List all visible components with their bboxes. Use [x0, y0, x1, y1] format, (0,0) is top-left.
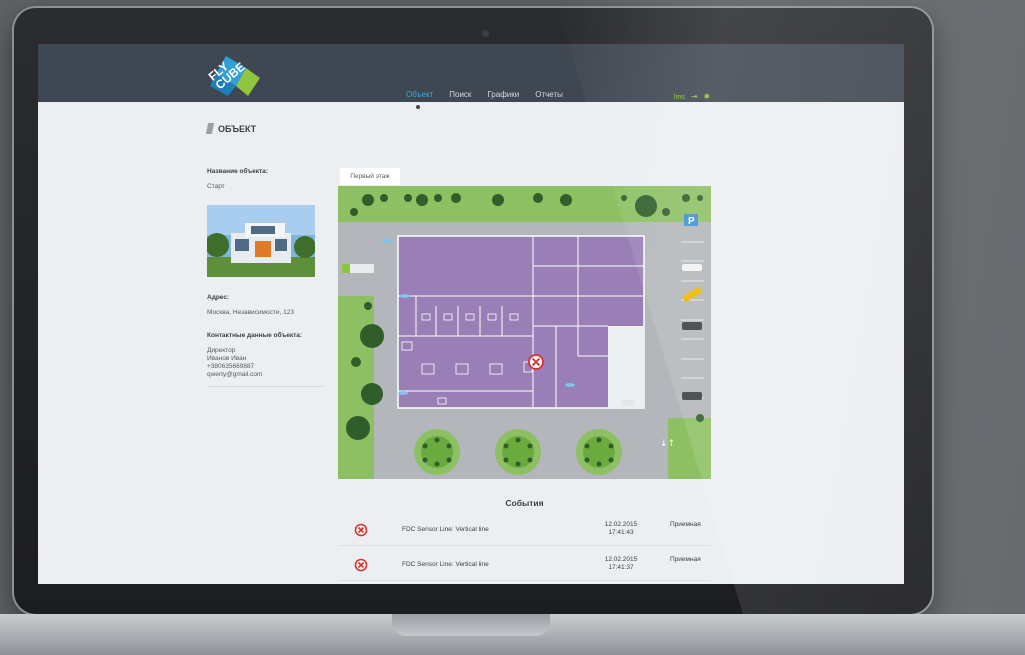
nav-object[interactable]: Объект [406, 90, 433, 99]
settings-gear-icon[interactable]: ✹ [704, 92, 711, 101]
event-location: Приемная [670, 556, 701, 563]
nav-search[interactable]: Поиск [449, 90, 471, 99]
event-date: 12.02.2015 [604, 521, 638, 528]
object-icon [205, 123, 215, 134]
event-name: FDC Sensor Line: Vertical line [402, 561, 489, 568]
logout-icon[interactable]: ⇥ [691, 92, 698, 101]
alarm-event-icon [354, 558, 368, 572]
object-name-label: Название объекта: [207, 168, 268, 175]
car-dark-icon [682, 322, 702, 330]
event-time: 17:41:43 [608, 529, 634, 536]
address: Москва, Независимости, 123 [207, 309, 294, 316]
user-name: lms [674, 94, 685, 101]
contacts-label: Контактные данные объекта: [207, 332, 303, 339]
event-date: 12.02.2015 [604, 556, 638, 563]
contact-name: Иванов Иван [207, 355, 247, 362]
car-dark-icon-2 [682, 392, 702, 400]
event-row[interactable]: FDC Sensor Line: Vertical line 12.02.201… [338, 515, 711, 546]
direction-arrows-icon: ↓↑ [660, 439, 675, 449]
page-title-text: ОБЪЕКТ [218, 124, 257, 134]
divider [207, 386, 325, 387]
event-datetime: 12.02.2015 17:41:43 [596, 521, 646, 537]
contact-email[interactable]: qwerty@gmail.com [207, 371, 262, 379]
page-title: ОБЪЕКТ [205, 123, 257, 134]
event-name: FDC Sensor Line: Vertical line [402, 526, 489, 533]
svg-text:P: P [688, 216, 695, 227]
car-white-icon [682, 264, 702, 271]
event-row[interactable]: FDC Sensor Line: Vertical line 12.02.201… [338, 550, 711, 581]
contact-role: Директор [207, 347, 236, 354]
contact-phone: +380635669887 [207, 363, 255, 370]
camera-icon-3 [398, 391, 408, 395]
object-name: Старт [207, 183, 225, 190]
main-nav: Объект Поиск Графики Отчеты [406, 90, 563, 99]
floor-plan[interactable]: P ↓↑ [338, 186, 711, 479]
address-label: Адрес: [207, 294, 230, 301]
app-header: FLY CUBE Объект Поиск Графики Отчеты lms… [38, 44, 904, 102]
camera-icon-4 [565, 383, 575, 387]
nav-charts[interactable]: Графики [487, 90, 519, 99]
planters [414, 429, 622, 475]
building [397, 235, 645, 409]
camera-icon-2 [400, 294, 410, 298]
camera-icon-1 [382, 239, 392, 243]
event-location: Приемная [670, 521, 701, 528]
nav-reports[interactable]: Отчеты [535, 90, 563, 99]
camera-icon [482, 30, 489, 37]
alarm-event-icon [354, 523, 368, 537]
active-nav-indicator [416, 105, 420, 109]
tab-first-floor[interactable]: Первый этаж [340, 168, 400, 185]
event-time: 17:41:37 [608, 564, 634, 571]
events-title: События [505, 498, 544, 508]
user-menu[interactable]: lms ⇥ ✹ [674, 92, 710, 101]
laptop-notch [392, 614, 550, 636]
screen: FLY CUBE Объект Поиск Графики Отчеты lms… [38, 44, 904, 584]
event-datetime: 12.02.2015 17:41:37 [596, 556, 646, 572]
object-photo [207, 205, 315, 277]
